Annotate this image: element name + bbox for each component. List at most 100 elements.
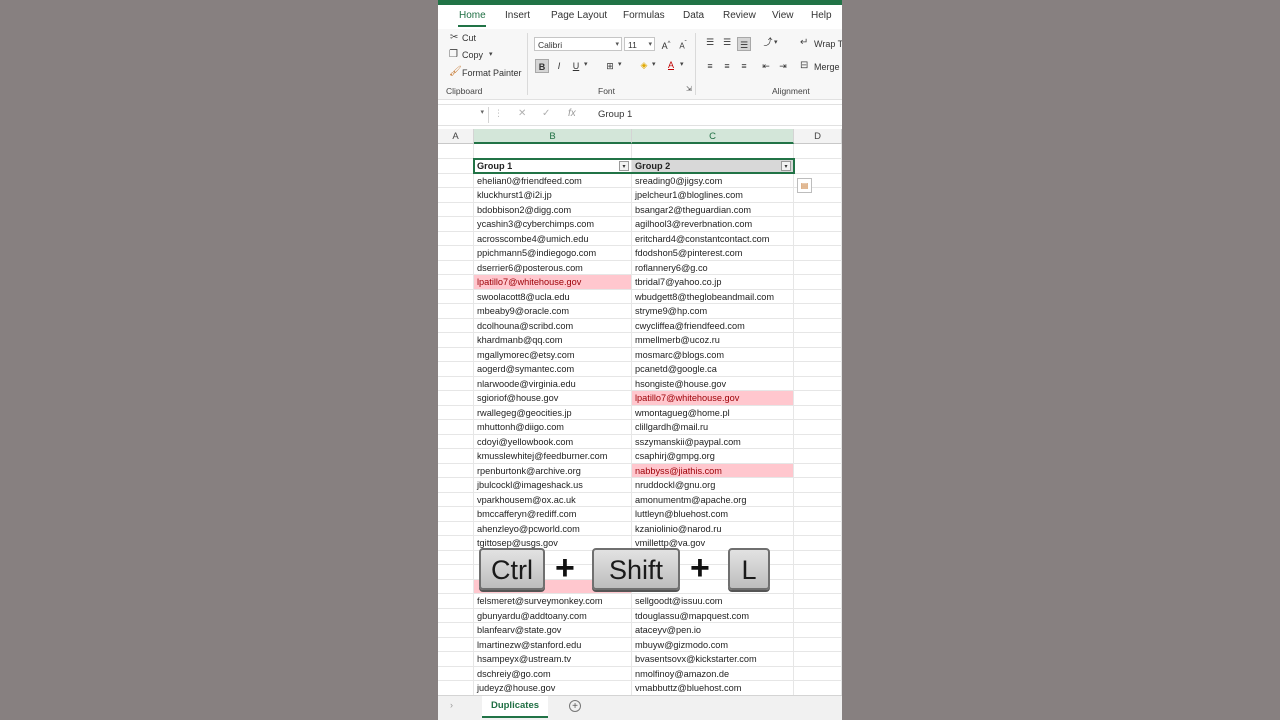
cut-button[interactable]: Cut: [462, 33, 476, 43]
table-cell-group-2[interactable]: vmabbuttz@bluehost.com: [632, 681, 794, 695]
tab-review[interactable]: Review: [723, 10, 756, 21]
fill-dropdown-icon[interactable]: ▾: [652, 60, 656, 68]
table-cell-group-2[interactable]: nruddockl@gnu.org: [632, 478, 794, 493]
cell-d[interactable]: [794, 507, 842, 522]
table-cell-group-2[interactable]: stryme9@hp.com: [632, 304, 794, 319]
table-cell-group-2[interactable]: cwycliffea@friendfeed.com: [632, 318, 794, 333]
format-painter-button[interactable]: Format Painter: [462, 68, 522, 78]
increase-indent-icon[interactable]: ⇥: [776, 59, 790, 73]
table-cell-group-1[interactable]: mgallymorec@etsy.com: [474, 347, 632, 362]
cell-d[interactable]: [794, 492, 842, 507]
bold-button[interactable]: B: [535, 59, 549, 73]
cell-a[interactable]: [438, 333, 474, 348]
quick-analysis-icon[interactable]: ▤: [797, 178, 812, 193]
table-cell-group-1[interactable]: acrosscombe4@umich.edu: [474, 231, 632, 246]
table-cell-group-1[interactable]: kluckhurst1@i2i.jp: [474, 188, 632, 203]
table-cell-group-2[interactable]: tbridal7@yahoo.co.jp: [632, 275, 794, 290]
cell-a[interactable]: [438, 405, 474, 420]
orientation-icon[interactable]: ⤴: [761, 35, 775, 49]
borders-icon[interactable]: ⊞: [603, 59, 617, 73]
table-cell-group-1[interactable]: aogerd@symantec.com: [474, 362, 632, 377]
cell-a[interactable]: [438, 347, 474, 362]
table-cell-group-2[interactable]: pcanetd@google.ca: [632, 362, 794, 377]
filter-dropdown-icon[interactable]: ▾: [619, 161, 629, 171]
font-size-combo[interactable]: 11 ▾: [624, 37, 655, 51]
cell-a[interactable]: [438, 376, 474, 391]
cell-d[interactable]: [794, 420, 842, 435]
cell-d[interactable]: [794, 391, 842, 406]
cell-a[interactable]: [438, 173, 474, 188]
font-color-icon[interactable]: A: [664, 58, 678, 72]
table-cell-group-2[interactable]: mmellmerb@ucoz.ru: [632, 333, 794, 348]
table-cell-group-2[interactable]: nmolfinoy@amazon.de: [632, 666, 794, 681]
cell-d[interactable]: [794, 666, 842, 681]
table-cell-group-1[interactable]: hsampeyx@ustream.tv: [474, 652, 632, 667]
table-cell-group-1[interactable]: lmartinezw@stanford.edu: [474, 637, 632, 652]
table-cell-group-1[interactable]: vparkhousem@ox.ac.uk: [474, 492, 632, 507]
table-cell-group-2[interactable]: lpatillo7@whitehouse.gov: [632, 391, 794, 406]
formula-input[interactable]: Group 1: [598, 109, 632, 120]
cell-a[interactable]: [438, 550, 474, 565]
table-cell-group-2[interactable]: sszymanskii@paypal.com: [632, 434, 794, 449]
scroll-tabs-icon[interactable]: ›: [450, 700, 453, 710]
cell-d[interactable]: [794, 579, 842, 594]
cell-d[interactable]: [794, 202, 842, 217]
table-cell-group-1[interactable]: cdoyi@yellowbook.com: [474, 434, 632, 449]
cell-a-empty[interactable]: [438, 144, 474, 159]
cell-a[interactable]: [438, 608, 474, 623]
table-cell-group-2[interactable]: tdouglassu@mapquest.com: [632, 608, 794, 623]
table-cell-group-2[interactable]: bsangar2@theguardian.com: [632, 202, 794, 217]
sheet-tab-duplicates[interactable]: Duplicates: [482, 696, 548, 718]
cell-d[interactable]: [794, 362, 842, 377]
table-cell-group-1[interactable]: felsmeret@surveymonkey.com: [474, 594, 632, 609]
cell-a[interactable]: [438, 623, 474, 638]
table-cell-group-1[interactable]: ahenzleyo@pcworld.com: [474, 521, 632, 536]
table-cell-group-1[interactable]: sgioriof@house.gov: [474, 391, 632, 406]
table-cell-group-2[interactable]: roflannery6@g.co: [632, 260, 794, 275]
table-cell-group-1[interactable]: bmccafferyn@rediff.com: [474, 507, 632, 522]
cell-d[interactable]: [794, 347, 842, 362]
cell-d[interactable]: [794, 318, 842, 333]
table-cell-group-1[interactable]: dserrier6@posterous.com: [474, 260, 632, 275]
align-right-icon[interactable]: ≡: [737, 59, 751, 73]
cell-a[interactable]: [438, 681, 474, 695]
table-cell-group-1[interactable]: swoolacott8@ucla.edu: [474, 289, 632, 304]
cell-a[interactable]: [438, 449, 474, 464]
cell-a[interactable]: [438, 246, 474, 261]
cell-d[interactable]: [794, 478, 842, 493]
decrease-indent-icon[interactable]: ⇤: [759, 59, 773, 73]
cell-a[interactable]: [438, 565, 474, 580]
cell-a[interactable]: [438, 594, 474, 609]
table-cell-group-1[interactable]: lpatillo7@whitehouse.gov: [474, 275, 632, 290]
table-cell-group-1[interactable]: jbulcockl@imageshack.us: [474, 478, 632, 493]
enter-icon[interactable]: ✓: [542, 108, 550, 119]
align-center-icon[interactable]: ≡: [720, 59, 734, 73]
cell-a[interactable]: [438, 188, 474, 203]
align-left-icon[interactable]: ≡: [703, 59, 717, 73]
tab-help[interactable]: Help: [811, 10, 832, 21]
borders-dropdown-icon[interactable]: ▾: [618, 60, 622, 68]
table-cell-group-1[interactable]: khardmanb@qq.com: [474, 333, 632, 348]
decrease-font-icon[interactable]: Aˇ: [676, 37, 690, 51]
table-cell-group-1[interactable]: judeyz@house.gov: [474, 681, 632, 695]
tab-view[interactable]: View: [772, 10, 794, 21]
table-cell-group-1[interactable]: dschreiy@go.com: [474, 666, 632, 681]
table-cell-group-2[interactable]: nabbyss@jiathis.com: [632, 463, 794, 478]
cell-a[interactable]: [438, 159, 474, 174]
cell-a[interactable]: [438, 289, 474, 304]
cell-d[interactable]: [794, 463, 842, 478]
merge-center-button[interactable]: Merge &: [814, 62, 842, 72]
table-cell-group-1[interactable]: ycashin3@cyberchimps.com: [474, 217, 632, 232]
table-cell-group-2[interactable]: agilhool3@reverbnation.com: [632, 217, 794, 232]
cell-a[interactable]: [438, 275, 474, 290]
insert-function-icon[interactable]: fx: [568, 108, 576, 119]
cell-d[interactable]: [794, 637, 842, 652]
table-cell-group-2[interactable]: amonumentm@apache.org: [632, 492, 794, 507]
font-name-combo[interactable]: Calibri ▾: [534, 37, 622, 51]
column-header-c[interactable]: C: [632, 129, 794, 144]
italic-button[interactable]: I: [552, 59, 566, 73]
cell-d[interactable]: [794, 521, 842, 536]
cell-d[interactable]: [794, 246, 842, 261]
tab-home[interactable]: Home: [459, 10, 486, 21]
name-box[interactable]: ▾: [438, 107, 489, 123]
